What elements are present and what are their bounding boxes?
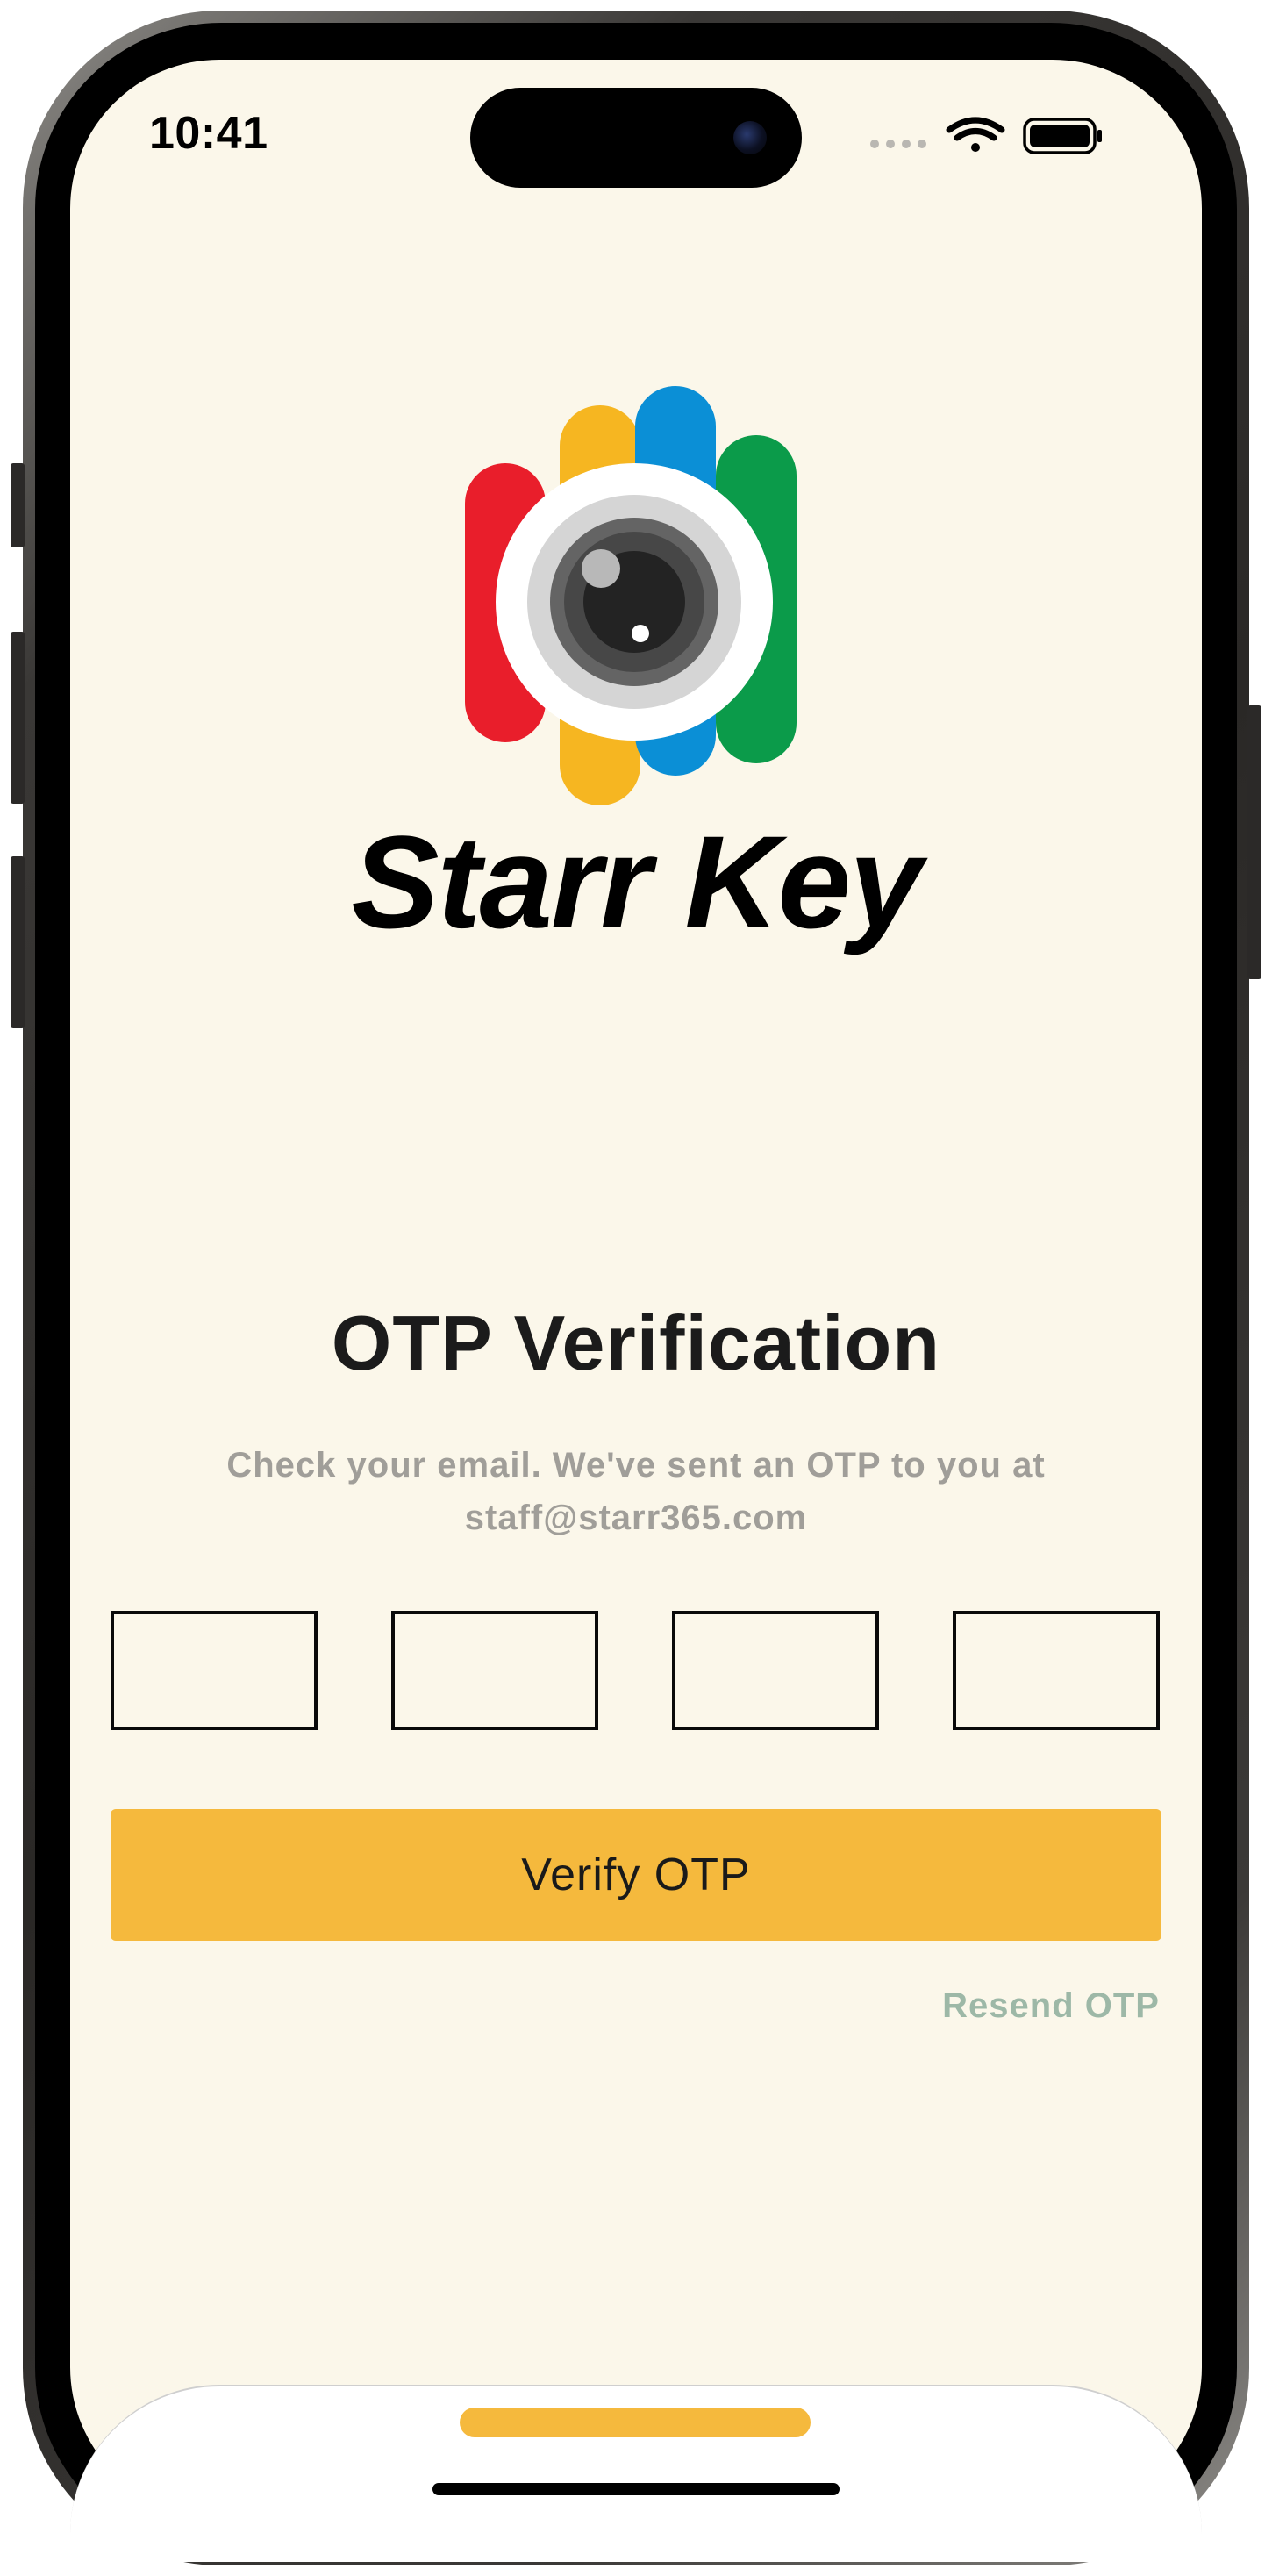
otp-digit-1[interactable] — [111, 1611, 318, 1730]
dynamic-island — [470, 88, 802, 188]
verify-otp-button[interactable]: Verify OTP — [111, 1809, 1161, 1941]
otp-digit-4[interactable] — [953, 1611, 1160, 1730]
otp-digit-3[interactable] — [672, 1611, 879, 1730]
otp-instructions: Check your email. We've sent an OTP to y… — [158, 1439, 1114, 1544]
front-camera-icon — [733, 121, 767, 154]
starr-key-logo-icon — [465, 386, 797, 805]
status-time: 10:41 — [149, 108, 268, 159]
recipient-email: staff@starr365.com — [464, 1499, 808, 1537]
resend-otp-link[interactable]: Resend OTP — [942, 1986, 1160, 2026]
bottom-sheet-handle[interactable] — [460, 2408, 811, 2437]
battery-icon — [1023, 118, 1102, 154]
home-indicator[interactable] — [432, 2483, 840, 2495]
status-icons — [870, 117, 1102, 154]
otp-input-group — [111, 1611, 1160, 1730]
brand-wordmark: Starr Key — [351, 808, 922, 955]
page-title: OTP Verification — [331, 1299, 941, 1386]
instruction-text: Check your email. We've sent an OTP to y… — [226, 1446, 1046, 1485]
otp-digit-2[interactable] — [391, 1611, 598, 1730]
cellular-signal-icon — [870, 140, 926, 148]
volume-up-button — [11, 632, 25, 804]
action-button — [11, 463, 25, 547]
wifi-icon — [946, 117, 1005, 152]
